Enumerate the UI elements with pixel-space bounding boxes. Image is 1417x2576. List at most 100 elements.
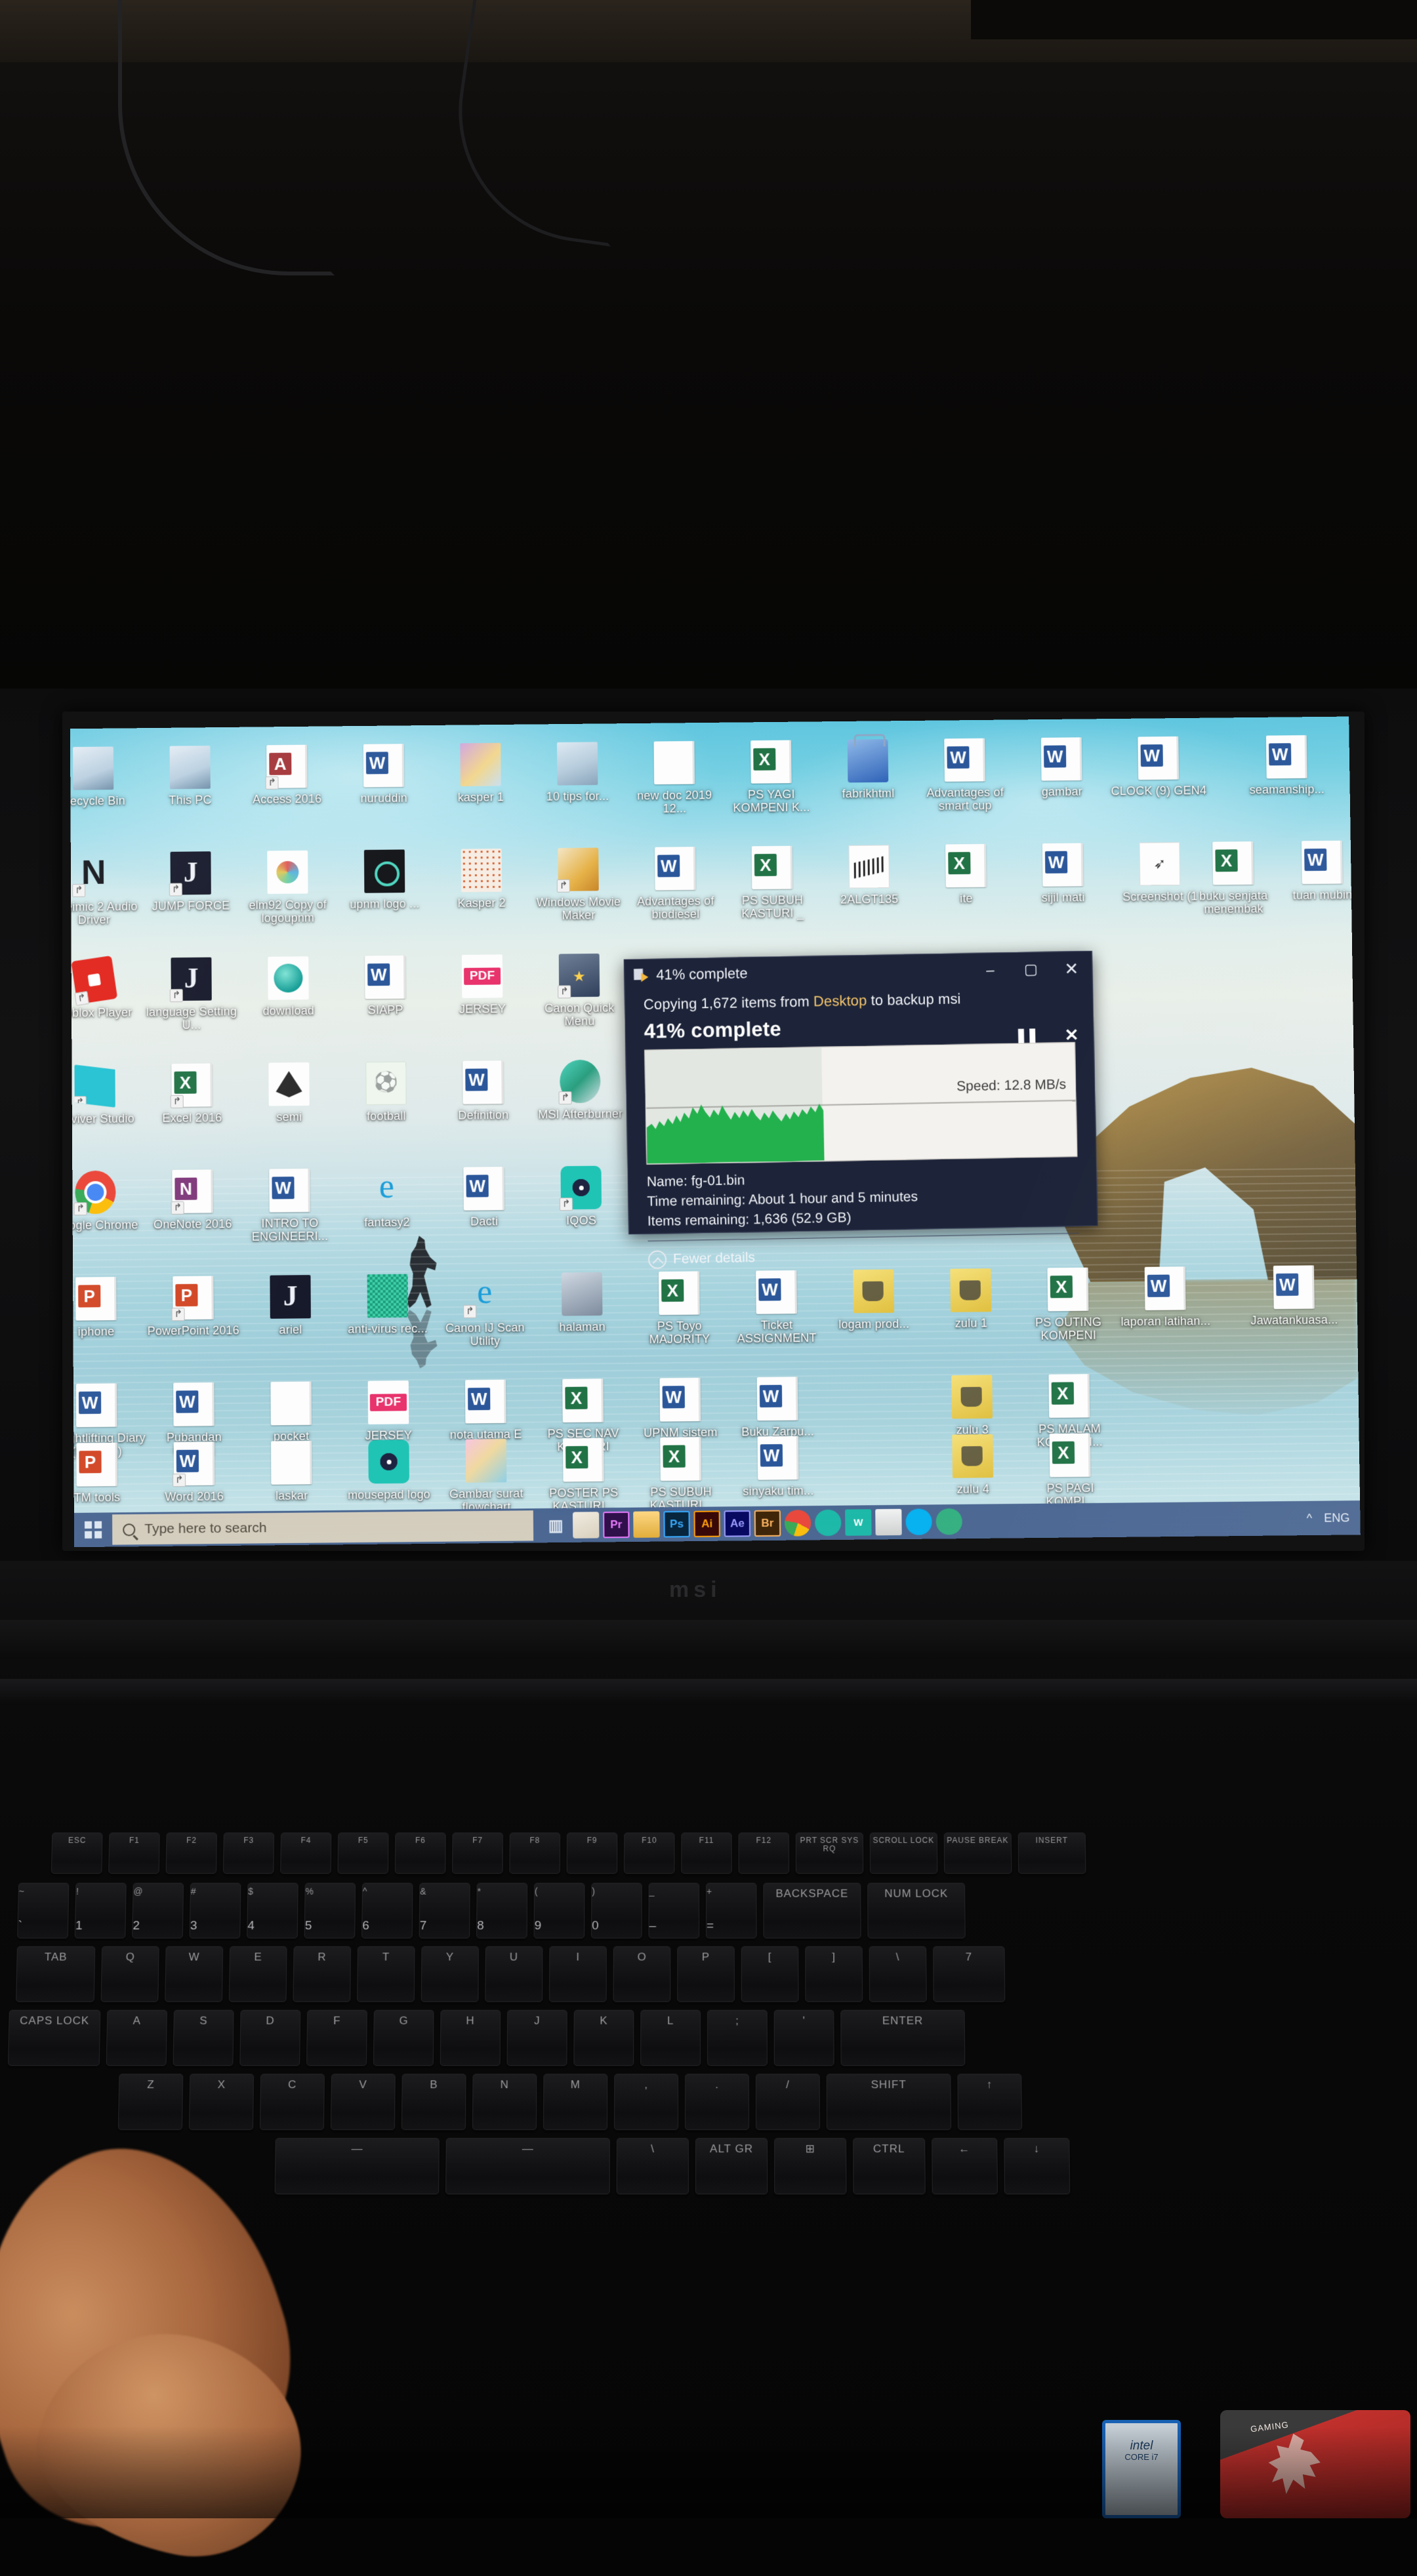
desktop-icon[interactable]: kasper 1 [431,742,529,804]
keyboard-key[interactable]: F11 [681,1832,732,1874]
keyboard-key[interactable]: ESC [51,1832,103,1874]
keyboard-key[interactable]: L [640,2009,701,2066]
desktop-icon[interactable]: logam prod... [824,1269,923,1331]
keyboard-key[interactable]: ^ 6 [361,1883,413,1939]
keyboard-key[interactable]: W [165,1946,224,2002]
desktop-icon[interactable]: download [239,956,337,1018]
desktop-icon[interactable]: PS OUTING KOMPENI [1018,1267,1118,1342]
premiere-pro-icon[interactable]: Pr [603,1511,630,1539]
desktop-icon[interactable]: CLOCK (9) GEN4 [1109,736,1208,797]
desktop-icon[interactable]: sinyaku tim... [729,1436,828,1498]
keyboard-key[interactable]: Y [421,1946,479,2002]
keyboard-key[interactable]: ; [707,2009,768,2066]
keyboard-key[interactable]: R [293,1946,352,2002]
keyboard-key[interactable]: F3 [222,1832,275,1874]
desktop-icon[interactable]: pocket [241,1381,340,1443]
desktop-icon[interactable]: 2ALGT135 [819,845,918,906]
keyboard-key[interactable]: H [440,2009,501,2066]
keyboard-key[interactable]: F4 [280,1832,332,1874]
keyboard-key[interactable]: _ – [648,1883,700,1939]
green-app-icon[interactable] [935,1508,963,1535]
keyboard-key[interactable]: PAUSE BREAK [943,1832,1012,1874]
keyboard-key[interactable]: SCROLL LOCK [869,1832,938,1874]
start-button[interactable] [74,1512,112,1547]
keyboard-key[interactable]: M [543,2074,608,2130]
keyboard-key[interactable]: — [274,2137,440,2195]
keyboard-key[interactable]: F6 [394,1832,446,1874]
desktop-icon[interactable]: IQOS [531,1165,630,1228]
keyboard-key[interactable]: [ [741,1946,799,2002]
desktop-icon[interactable]: elm92 Copy of logoupnm [238,850,337,925]
keyboard-key[interactable]: INSERT [1017,1832,1086,1874]
desktop-icon[interactable]: Advantages of biodiesel [626,847,725,921]
keyboard-key[interactable]: CTRL [853,2137,926,2195]
desktop-icon[interactable]: Canon Quick Menu [530,954,629,1028]
desktop-icon[interactable]: language Setting U... [142,957,241,1032]
keyboard-key[interactable]: $4 [247,1883,298,1939]
teal-app-icon[interactable] [814,1509,842,1537]
keyboard-key[interactable]: F10 [624,1832,675,1874]
desktop-icon[interactable]: upnm logo ... [335,849,434,911]
keyboard-key[interactable]: SHIFT [826,2074,952,2130]
desktop-icon[interactable]: Canon IJ Scan Utility [436,1273,535,1348]
after-effects-icon[interactable]: Ae [724,1510,751,1537]
desktop-icon[interactable]: iphone [70,1276,146,1339]
keyboard-key[interactable]: F1 [108,1832,160,1874]
desktop-icon[interactable]: JUMP FORCE [142,851,240,913]
desktop-icon[interactable]: football [337,1061,436,1123]
keyboard-key[interactable]: ALT GR [695,2137,768,2195]
keyboard-key[interactable]: PRT SCR SYS RQ [795,1832,864,1874]
desktop-icon[interactable]: Word 2016 [145,1441,244,1504]
keyboard-key[interactable]: B [401,2074,466,2130]
keyboard-key[interactable]: V [330,2074,396,2130]
keyboard-key[interactable]: ] [805,1946,863,2002]
minimize-button[interactable]: – [970,953,1011,988]
keyboard-key[interactable]: (9 [533,1883,585,1939]
keyboard-key[interactable]: X [188,2074,255,2130]
keyboard-key[interactable]: . [684,2074,750,2130]
keyboard-key[interactable]: \ [616,2137,689,2195]
desktop-icon[interactable]: TM tools [70,1442,146,1504]
keyboard-key[interactable]: #3 [189,1883,241,1939]
keyboard-key[interactable]: ! 1 [74,1883,127,1939]
desktop-icon[interactable]: Buku Zarpu... [728,1377,827,1439]
desktop-icon[interactable]: ariel [241,1275,340,1337]
keyboard-key[interactable]: S [173,2009,234,2066]
keyboard-key[interactable]: 7 [933,1946,1006,2002]
desktop-icon[interactable]: MSI Afterburner [531,1059,630,1121]
keyboard-key[interactable]: T [357,1946,415,2002]
desktop-icon[interactable]: halaman [533,1272,632,1334]
desktop-icon[interactable]: PS SUBUH KASTURI _ [723,845,822,920]
keyboard-key[interactable]: — [445,2137,610,2195]
desktop-icon[interactable]: Kasper 2 [432,848,531,910]
desktop-icon[interactable]: Google Chrome [70,1170,145,1232]
desktop-icon[interactable]: fantasy2 [337,1167,436,1230]
desktop-icon[interactable]: Advantages of smart cup [915,738,1014,813]
chrome-icon[interactable] [784,1510,811,1537]
keyboard-key[interactable]: ~ ` [17,1883,70,1939]
desktop-icon[interactable]: Gambar surat flowchart [437,1439,536,1514]
keyboard-key[interactable]: F8 [509,1832,561,1874]
desktop-icon[interactable]: PS PAGI KOMPI... [1020,1433,1120,1508]
desktop-icon[interactable]: POSTER PS KASTURI... [534,1438,633,1513]
keyboard-key[interactable]: * 8 [476,1883,528,1939]
file-explorer-icon[interactable] [633,1511,660,1538]
desktop-icon[interactable]: semi [239,1062,339,1124]
desktop-icon[interactable]: Definition [434,1060,533,1122]
keyboard-key[interactable]: ↓ [1004,2137,1071,2195]
desktop-icon[interactable]: Ticket ASSIGNMENT [727,1270,826,1346]
keyboard-key[interactable]: O [613,1946,671,2002]
keyboard-key[interactable]: F12 [738,1832,790,1874]
illustrator-icon[interactable]: Ai [693,1510,720,1538]
task-view-icon[interactable]: ▥ [543,1512,569,1539]
keyboard-key[interactable]: & 7 [419,1883,470,1939]
keyboard-key[interactable]: @2 [132,1883,184,1939]
desktop-icon[interactable]: Recycle Bin [70,746,142,808]
microsoft-store-icon[interactable] [572,1512,600,1539]
desktop-icon[interactable]: nuruddin [335,744,433,805]
keyboard-key[interactable]: F7 [452,1832,503,1874]
desktop-icon[interactable]: zulu 4 [923,1434,1022,1496]
desktop-icon[interactable]: zulu 3 [922,1375,1021,1437]
desktop-icon[interactable]: PS YAGI KOMPENI K... [722,740,821,815]
desktop-icon[interactable]: Dacti [434,1167,533,1229]
